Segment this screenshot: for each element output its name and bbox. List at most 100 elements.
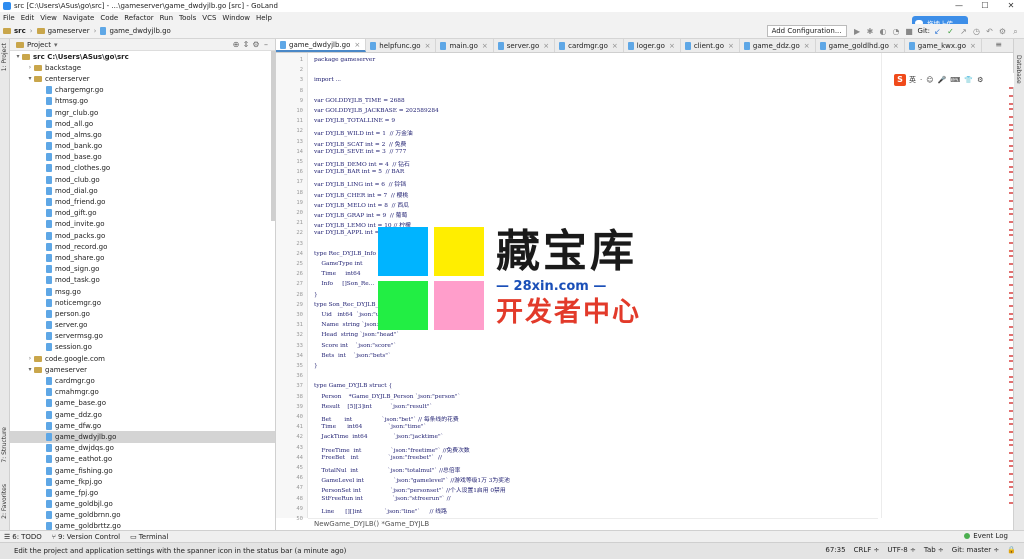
menu-help[interactable]: Help bbox=[256, 14, 272, 22]
sogou-logo[interactable]: S bbox=[894, 74, 906, 86]
tree-file[interactable]: msg.go bbox=[10, 286, 275, 297]
gear-icon[interactable]: ⚙ bbox=[251, 40, 261, 49]
menu-file[interactable]: File bbox=[3, 14, 15, 22]
ime-punctuation-icon[interactable]: · bbox=[920, 76, 922, 84]
tree-file[interactable]: mod_packs.go bbox=[10, 230, 275, 241]
tree-file[interactable]: game_ddz.go bbox=[10, 409, 275, 420]
tree-file[interactable]: cmahmgr.go bbox=[10, 387, 275, 398]
editor-tab[interactable]: helpfunc.go × bbox=[366, 39, 437, 52]
ime-emoji-icon[interactable]: ☺ bbox=[926, 76, 933, 84]
tree-file[interactable]: game_eathot.go bbox=[10, 454, 275, 465]
favorites-tool-tab[interactable]: 2: Favorites bbox=[1, 484, 8, 519]
tree-file[interactable]: mod_friend.go bbox=[10, 196, 275, 207]
tree-file[interactable]: mod_clothes.go bbox=[10, 163, 275, 174]
breadcrumb-file[interactable]: game_dwdyjlb.go bbox=[100, 27, 171, 35]
editor-tab[interactable]: server.go × bbox=[494, 39, 556, 52]
tree-file[interactable]: htmsg.go bbox=[10, 96, 275, 107]
database-tool-tab[interactable]: Database bbox=[1015, 55, 1022, 84]
menu-navigate[interactable]: Navigate bbox=[63, 14, 94, 22]
close-tab-icon[interactable]: × bbox=[669, 42, 675, 50]
tree-file[interactable]: game_fpj.go bbox=[10, 487, 275, 498]
ime-language-toggle[interactable]: 英 bbox=[909, 75, 916, 85]
debug-icon[interactable]: ✱ bbox=[866, 27, 875, 36]
tree-folder[interactable]: ▾ gameserver bbox=[10, 364, 275, 375]
locate-icon[interactable]: ⊕ bbox=[231, 40, 241, 49]
chevron-down-icon[interactable]: ▾ bbox=[14, 53, 22, 60]
tree-file[interactable]: mod_bank.go bbox=[10, 141, 275, 152]
tree-file[interactable]: mod_share.go bbox=[10, 252, 275, 263]
editor-tab[interactable]: game_goldlhd.go × bbox=[816, 39, 905, 52]
breadcrumb-gameserver[interactable]: gameserver bbox=[36, 27, 90, 35]
menu-edit[interactable]: Edit bbox=[21, 14, 35, 22]
run-icon[interactable]: ▶ bbox=[853, 27, 862, 36]
coverage-icon[interactable]: ◐ bbox=[879, 27, 888, 36]
terminal-tab[interactable]: ▭ Terminal bbox=[130, 533, 168, 541]
tree-folder[interactable]: › backstage bbox=[10, 62, 275, 73]
editor-tab[interactable]: loger.go × bbox=[624, 39, 681, 52]
lock-icon[interactable]: 🔒 bbox=[1007, 546, 1016, 554]
ime-settings-icon[interactable]: ⚙ bbox=[977, 76, 983, 84]
tree-file[interactable]: game_fkpj.go bbox=[10, 476, 275, 487]
indent-setting[interactable]: Tab ÷ bbox=[924, 546, 944, 554]
project-panel-title[interactable]: Project bbox=[27, 41, 51, 49]
tree-file[interactable]: mod_base.go bbox=[10, 152, 275, 163]
version-control-tab[interactable]: ⑂ 9: Version Control bbox=[52, 533, 120, 541]
file-encoding[interactable]: UTF-8 ÷ bbox=[887, 546, 916, 554]
caret-position[interactable]: 67:35 bbox=[825, 546, 845, 554]
tree-file[interactable]: mod_record.go bbox=[10, 241, 275, 252]
menu-window[interactable]: Window bbox=[222, 14, 250, 22]
tree-file[interactable]: mgr_club.go bbox=[10, 107, 275, 118]
tree-file[interactable]: cardmgr.go bbox=[10, 375, 275, 386]
tree-file[interactable]: server.go bbox=[10, 320, 275, 331]
tree-folder[interactable]: ▾ centerserver bbox=[10, 73, 275, 84]
tree-file[interactable]: mod_task.go bbox=[10, 275, 275, 286]
tree-file[interactable]: servermsg.go bbox=[10, 331, 275, 342]
tree-file[interactable]: person.go bbox=[10, 308, 275, 319]
chevron-right-icon[interactable]: › bbox=[26, 64, 34, 71]
close-tab-icon[interactable]: × bbox=[970, 42, 976, 50]
tree-file[interactable]: game_goldbrnn.go bbox=[10, 510, 275, 521]
collapse-all-icon[interactable]: ⇕ bbox=[241, 40, 251, 49]
git-update-icon[interactable]: ↙ bbox=[933, 27, 942, 36]
close-tab-icon[interactable]: × bbox=[612, 42, 618, 50]
tree-file[interactable]: mod_all.go bbox=[10, 118, 275, 129]
menu-tools[interactable]: Tools bbox=[179, 14, 196, 22]
ime-keyboard-icon[interactable]: ⌨ bbox=[950, 76, 960, 84]
git-push-icon[interactable]: ↗ bbox=[959, 27, 968, 36]
todo-tab[interactable]: ☰ 6: TODO bbox=[4, 533, 42, 541]
chevron-down-icon[interactable]: ▾ bbox=[26, 75, 34, 82]
tree-file[interactable]: mod_alms.go bbox=[10, 129, 275, 140]
chevron-down-icon[interactable]: ▾ bbox=[54, 41, 58, 49]
git-commit-icon[interactable]: ✓ bbox=[946, 27, 955, 36]
editor-tab[interactable]: main.go × bbox=[436, 39, 494, 52]
menu-run[interactable]: Run bbox=[160, 14, 173, 22]
settings-icon[interactable]: ⚙ bbox=[998, 27, 1007, 36]
tree-file[interactable]: game_dfw.go bbox=[10, 420, 275, 431]
tree-folder[interactable]: › code.google.com bbox=[10, 353, 275, 364]
tree-file[interactable]: game_dwdyjlb.go bbox=[10, 431, 275, 443]
hide-panel-icon[interactable]: – bbox=[261, 40, 271, 49]
ime-skin-icon[interactable]: 👕 bbox=[964, 76, 973, 84]
minimize-button[interactable]: — bbox=[946, 0, 972, 12]
chevron-down-icon[interactable]: ▾ bbox=[26, 366, 34, 373]
editor-breadcrumb[interactable]: NewGame_DYJLB() *Game_DYJLB bbox=[308, 518, 878, 530]
project-tool-tab[interactable]: 1: Project bbox=[1, 43, 8, 71]
add-configuration-button[interactable]: Add Configuration... bbox=[766, 25, 847, 37]
editor-tab[interactable]: client.go × bbox=[681, 39, 740, 52]
menu-vcs[interactable]: VCS bbox=[202, 14, 216, 22]
tree-file[interactable]: session.go bbox=[10, 342, 275, 353]
git-branch[interactable]: Git: master ÷ bbox=[952, 546, 999, 554]
close-button[interactable]: ✕ bbox=[998, 0, 1024, 12]
tree-file[interactable]: game_goldbjl.go bbox=[10, 499, 275, 510]
menu-view[interactable]: View bbox=[40, 14, 57, 22]
editor-tab[interactable]: game_kwx.go × bbox=[905, 39, 982, 52]
revert-icon[interactable]: ↶ bbox=[985, 27, 994, 36]
search-everywhere-icon[interactable]: ⌕ bbox=[1011, 27, 1020, 36]
chevron-right-icon[interactable]: › bbox=[26, 355, 34, 362]
menu-refactor[interactable]: Refactor bbox=[124, 14, 153, 22]
project-scrollbar[interactable] bbox=[271, 51, 275, 221]
editor-tab[interactable]: game_dwdyjlb.go × bbox=[276, 39, 367, 52]
close-tab-icon[interactable]: × bbox=[893, 42, 899, 50]
profile-icon[interactable]: ◔ bbox=[892, 27, 901, 36]
history-icon[interactable]: ◷ bbox=[972, 27, 981, 36]
